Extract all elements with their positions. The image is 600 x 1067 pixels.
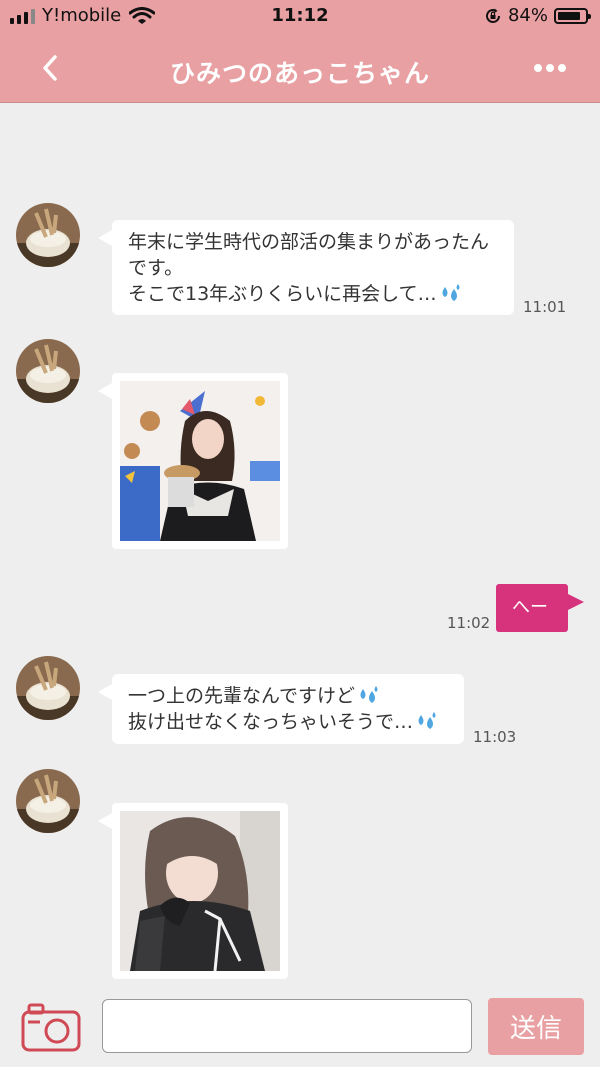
avatar-image	[16, 656, 80, 720]
message-bubble[interactable]: 一つ上の先輩なんですけど 抜け出せなくなっちゃいそうで…	[98, 674, 464, 744]
message-bubble[interactable]: 年末に学生時代の部活の集まりがあったん です。 そこで13年ぶりくらいに再会して…	[98, 220, 514, 315]
send-button[interactable]: 送信	[488, 998, 584, 1055]
battery-fill	[558, 11, 580, 20]
sweat-drops-icon	[418, 712, 436, 729]
message-input[interactable]	[102, 999, 472, 1053]
status-bar: Y!mobile 11:12 84%	[0, 0, 600, 34]
avatar-image	[16, 769, 80, 833]
message-line: です。	[128, 257, 184, 279]
message-text: 年末に学生時代の部活の集まりがあったん です。 そこで13年ぶりくらいに再会して…	[112, 220, 514, 313]
nav-bar: ひみつのあっこちゃん	[0, 34, 600, 103]
message-line: 年末に学生時代の部活の集まりがあったん	[128, 231, 490, 253]
battery-icon	[554, 7, 591, 24]
image-message[interactable]	[98, 803, 288, 979]
avatar-image	[16, 339, 80, 403]
photo-image	[120, 381, 280, 541]
message-time: 11:01	[523, 298, 567, 316]
message-text: へー	[512, 597, 548, 618]
image-message[interactable]	[98, 373, 288, 549]
message-time: 11:03	[473, 728, 517, 746]
message-text: 一つ上の先輩なんですけど 抜け出せなくなっちゃいそうで…	[112, 674, 464, 741]
sweat-drops-icon	[442, 284, 460, 301]
message-line: そこで13年ぶりくらいに再会して…	[128, 283, 437, 305]
photo[interactable]	[120, 381, 280, 541]
avatar[interactable]	[16, 769, 80, 833]
battery-percent: 84%	[507, 5, 548, 26]
chat-thread[interactable]: 年末に学生時代の部活の集まりがあったん です。 そこで13年ぶりくらいに再会して…	[0, 103, 600, 988]
avatar[interactable]	[16, 656, 80, 720]
page-title: ひみつのあっこちゃん	[169, 59, 430, 88]
photo-image	[120, 811, 280, 971]
avatar[interactable]	[16, 339, 80, 403]
avatar[interactable]	[16, 203, 80, 267]
camera-icon[interactable]	[20, 1001, 82, 1053]
avatar-image	[16, 203, 80, 267]
message-line: 一つ上の先輩なんですけど	[128, 685, 356, 707]
message-line: 抜け出せなくなっちゃいそうで…	[128, 711, 414, 733]
composer-bar: 送信	[0, 988, 600, 1067]
status-right: 84%	[484, 5, 591, 26]
sweat-drops-icon	[360, 686, 378, 703]
photo[interactable]	[120, 811, 280, 971]
ellipsis-icon[interactable]	[530, 58, 570, 78]
outgoing-message-bubble[interactable]: へー	[496, 584, 584, 632]
message-time: 11:02	[447, 614, 491, 632]
rotation-lock-icon	[486, 8, 500, 23]
